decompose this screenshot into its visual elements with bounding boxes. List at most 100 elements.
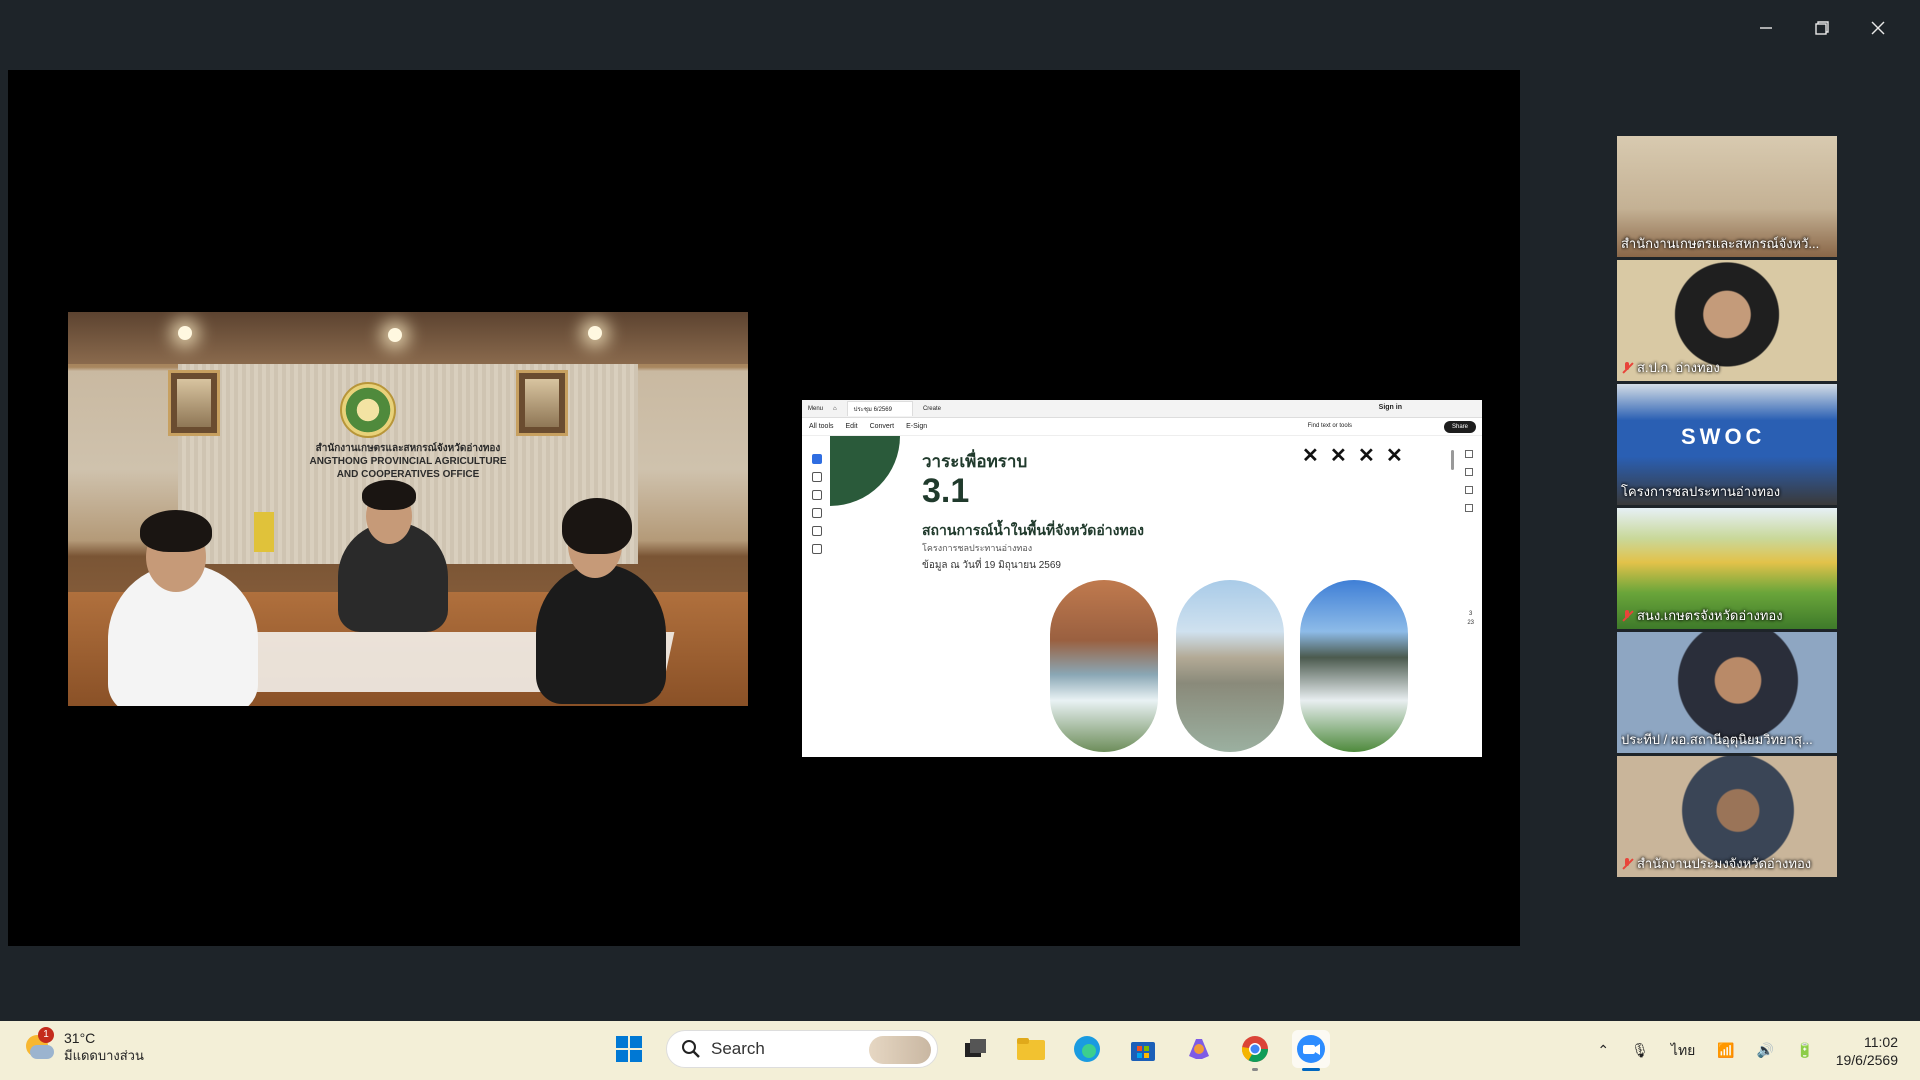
minimize-button[interactable] — [1738, 10, 1794, 46]
pages-icon[interactable] — [1465, 486, 1473, 494]
swoc-sign: SWOC — [1681, 424, 1766, 449]
search-label: Search — [711, 1039, 765, 1058]
mic-muted-icon — [1621, 609, 1633, 622]
participant-name-text: โครงการชลประทานอ่างทอง — [1621, 484, 1781, 499]
participant-gallery: สำนักงานเกษตรและสหกรณ์จังหวั... ส.ป.ก. อ… — [1617, 136, 1837, 880]
create-button[interactable]: Create — [923, 406, 941, 412]
copilot-icon — [1189, 1039, 1209, 1059]
pen-tool-icon[interactable] — [812, 490, 822, 500]
participant-name-text: ส.ป.ก. อ่างทอง — [1637, 360, 1720, 375]
chrome-icon — [1241, 1036, 1269, 1063]
task-view-button[interactable] — [956, 1030, 994, 1068]
mic-muted-icon — [1621, 361, 1633, 374]
ceiling-light — [388, 328, 402, 342]
copilot-button[interactable] — [1180, 1030, 1218, 1068]
running-indicator — [1252, 1068, 1258, 1071]
file-explorer-button[interactable] — [1012, 1030, 1050, 1068]
active-indicator — [1302, 1068, 1320, 1071]
pdf-toolbar: All tools Edit Convert E-Sign — [802, 418, 1482, 436]
participant-tile[interactable]: ประทีป / ผอ.สถานีอุตุนิยมวิทยาสุ... — [1617, 632, 1837, 753]
page-number: 3 — [1468, 611, 1473, 617]
participant-name-text: สำนักงานเกษตรและสหกรณ์จังหวั... — [1621, 236, 1820, 251]
chrome-button[interactable] — [1236, 1030, 1274, 1071]
taskbar-apps: Search — [610, 1030, 1330, 1071]
clock[interactable]: 11:02 19/6/2569 — [1836, 1033, 1898, 1069]
restore-icon — [1815, 21, 1829, 35]
microphone-icon[interactable]: 🎙 — [1631, 1042, 1649, 1059]
participant-tile[interactable]: สนง.เกษตรจังหวัดอ่างทอง — [1617, 508, 1837, 629]
eraser-tool-icon[interactable] — [812, 508, 822, 518]
pdf-tab[interactable]: ประชุม 6/2569 — [846, 401, 913, 416]
participant-name-text: สนง.เกษตรจังหวัดอ่างทอง — [1637, 608, 1783, 623]
weather-widget[interactable]: 1 31°C มีแดดบางส่วน — [24, 1027, 144, 1064]
bookmark-icon[interactable] — [1465, 468, 1473, 476]
participant-tile-active-speaker[interactable]: SWOC โครงการชลประทานอ่างทอง — [1617, 384, 1837, 505]
toolbar-all-tools[interactable]: All tools — [809, 423, 834, 430]
office-sign-thai: สำนักงานเกษตรและสหกรณ์จังหวัดอ่างทอง — [315, 443, 501, 454]
participant-tile[interactable]: ส.ป.ก. อ่างทอง — [1617, 260, 1837, 381]
select-tool-icon[interactable] — [812, 454, 822, 464]
battery-icon[interactable]: 🔋 — [1796, 1042, 1813, 1059]
stamp-tool-icon[interactable] — [812, 544, 822, 554]
share-button[interactable]: Share — [1443, 421, 1476, 433]
minimize-icon — [1760, 27, 1772, 29]
system-tray: ⌃ 🎙 ไทย 📶 🔊 🔋 11:02 19/6/2569 — [1597, 1021, 1920, 1080]
restore-button[interactable] — [1794, 10, 1850, 46]
pdf-left-tools — [808, 454, 826, 614]
windows-start-button[interactable] — [610, 1030, 648, 1068]
participant-name: สำนักงานเกษตรและสหกรณ์จังหวั... — [1621, 233, 1833, 254]
meeting-stage: สำนักงานเกษตรและสหกรณ์จังหวัดอ่างทอง ANG… — [8, 70, 1520, 946]
participant-name: ประทีป / ผอ.สถานีอุตุนิยมวิทยาสุ... — [1621, 729, 1833, 750]
signin-button[interactable]: Sign in — [1379, 404, 1402, 411]
participant-hair — [362, 480, 416, 510]
dam-photo-1 — [1050, 580, 1158, 752]
menu-button[interactable]: Menu — [808, 406, 823, 412]
task-view-icon — [965, 1039, 986, 1057]
wifi-icon[interactable]: 📶 — [1717, 1042, 1734, 1059]
tray-overflow-chevron-icon[interactable]: ⌃ — [1597, 1042, 1609, 1059]
ceiling-light — [178, 326, 192, 340]
slide-heading: วาระเพื่อทราบ — [922, 452, 1028, 471]
participant-name: สนง.เกษตรจังหวัดอ่างทอง — [1621, 605, 1833, 626]
wall-portrait — [516, 370, 568, 436]
close-x-icon: ✕ — [1386, 445, 1403, 467]
close-button[interactable] — [1850, 10, 1906, 46]
dam-photo-2 — [1176, 580, 1284, 752]
weather-temp: 31°C — [64, 1030, 96, 1046]
text-tool-icon[interactable] — [812, 526, 822, 536]
comment-tool-icon[interactable] — [812, 472, 822, 482]
store-button[interactable] — [1124, 1030, 1162, 1068]
comments-icon[interactable] — [1465, 450, 1473, 458]
participant-tile[interactable]: สำนักงานเกษตรและสหกรณ์จังหวั... — [1617, 136, 1837, 257]
file-explorer-icon — [1017, 1038, 1045, 1060]
close-x-icon: ✕ — [1302, 445, 1319, 467]
slide-number: 3.1 — [922, 472, 970, 510]
participant-tile[interactable]: สำนักงานประมงจังหวัดอ่างทอง — [1617, 756, 1837, 877]
participant-name-text: ประทีป / ผอ.สถานีอุตุนิยมวิทยาสุ... — [1621, 732, 1813, 747]
edge-icon — [1074, 1036, 1100, 1062]
store-icon — [1131, 1042, 1155, 1061]
shared-screen[interactable]: Menu ⌂ ประชุม 6/2569 Create Sign in All … — [802, 400, 1482, 757]
page-total: 23 — [1467, 620, 1474, 626]
windows-start-icon — [616, 1036, 642, 1062]
language-indicator[interactable]: ไทย — [1671, 1040, 1695, 1062]
edge-button[interactable] — [1068, 1030, 1106, 1068]
pdf-scrollbar[interactable] — [1451, 450, 1454, 470]
home-icon[interactable]: ⌂ — [833, 406, 837, 412]
weather-icon: 1 — [24, 1027, 56, 1063]
find-tools[interactable]: Find text or tools — [1308, 423, 1352, 429]
main-video-feed[interactable]: สำนักงานเกษตรและสหกรณ์จังหวัดอ่างทอง ANG… — [68, 312, 748, 706]
slide-subtitle: สถานการณ์น้ำในพื้นที่จังหวัดอ่างทอง — [922, 522, 1144, 538]
participant-name-text: สำนักงานประมงจังหวัดอ่างทอง — [1637, 856, 1812, 871]
slide-green-shape — [830, 436, 900, 506]
zoom-button[interactable] — [1292, 1030, 1330, 1071]
toolbar-edit[interactable]: Edit — [846, 423, 858, 430]
toolbar-esign[interactable]: E-Sign — [906, 423, 927, 430]
page-indicator: 3 23 — [1467, 610, 1474, 628]
search-highlight-image — [869, 1036, 931, 1064]
taskbar-search[interactable]: Search — [666, 1030, 938, 1068]
toolbar-convert[interactable]: Convert — [870, 423, 895, 430]
yellow-flag — [254, 512, 274, 552]
volume-icon[interactable]: 🔊 — [1757, 1042, 1774, 1059]
attach-icon[interactable] — [1465, 504, 1473, 512]
